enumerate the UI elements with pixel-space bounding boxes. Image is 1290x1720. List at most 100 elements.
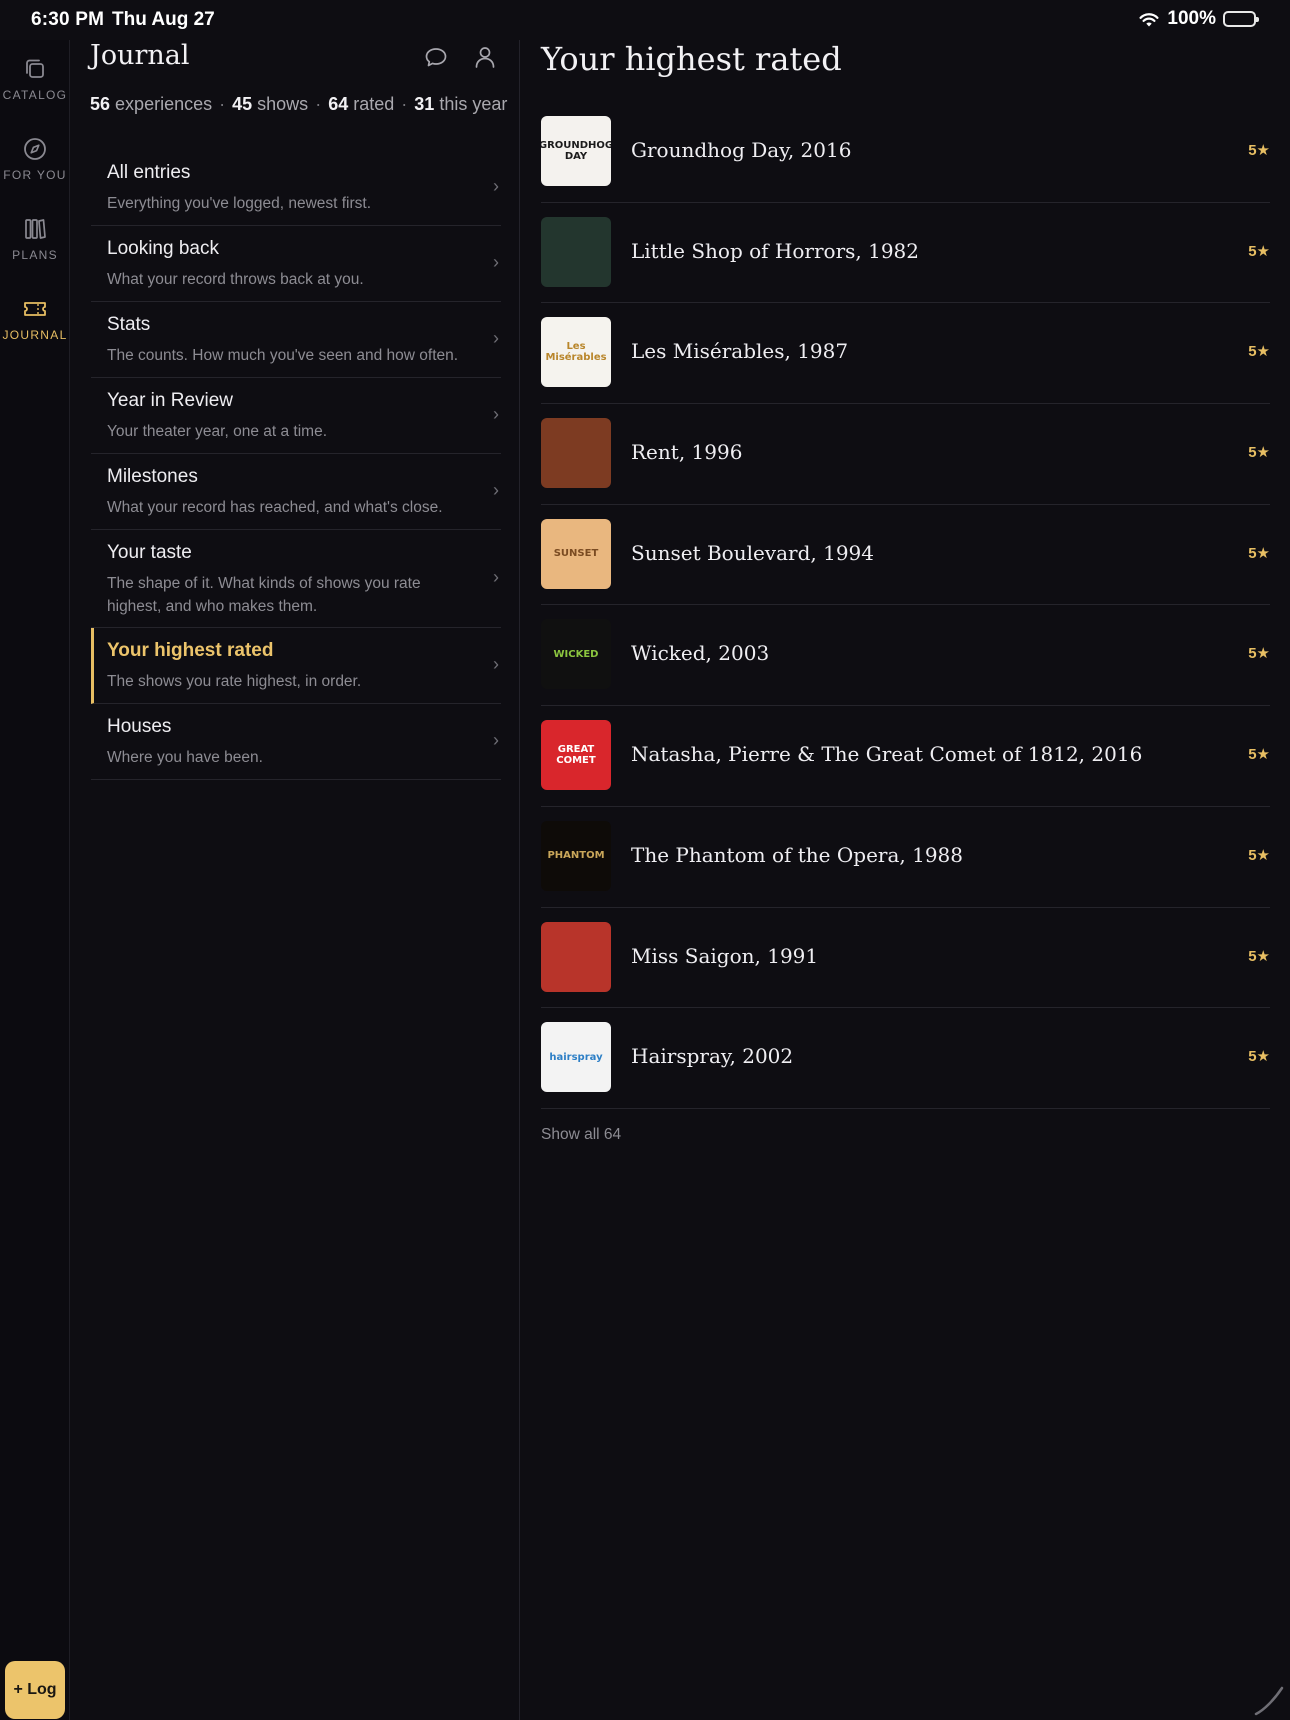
menu-item-subtitle: The shows you rate highest, in order.: [107, 673, 362, 690]
menu-item-subtitle: The counts. How much you've seen and how…: [107, 347, 459, 364]
journal-stats: 56 experiences · 45 shows · 64 rated · 31 this…: [90, 94, 508, 114]
menu-item-milestones[interactable]: Milestones What your record has reached,…: [91, 454, 501, 530]
stat-label: rated: [353, 94, 395, 114]
chat-bubble-icon[interactable]: [423, 44, 449, 70]
status-right: 100%: [1138, 8, 1259, 30]
show-poster: Les Misérables: [541, 317, 611, 388]
ticket-icon: [24, 302, 46, 316]
menu-item-houses[interactable]: Houses Where you have been. ›: [91, 704, 501, 780]
rail-item-for-you[interactable]: FOR YOU: [0, 136, 70, 182]
rated-show-row[interactable]: Miss Saigon, 1991 5★: [541, 908, 1270, 1009]
menu-item-title: Houses: [107, 716, 172, 737]
stat-value: 31: [414, 94, 435, 114]
poster-art: [541, 418, 611, 489]
menu-item-title: Your taste: [107, 542, 192, 563]
menu-item-subtitle: Everything you've logged, newest first.: [107, 195, 372, 212]
poster-art: GREAT COMET: [541, 720, 611, 791]
show-title: The Phantom of the Opera, 1988: [631, 842, 964, 867]
show-title: Sunset Boulevard, 1994: [631, 540, 875, 565]
star-rating: 5★: [1248, 242, 1270, 260]
highest-rated-panel: Your highest rated GROUNDHOG DAY Groundho…: [521, 40, 1290, 1720]
menu-item-title: Stats: [107, 314, 151, 335]
star-rating: 5★: [1248, 846, 1270, 864]
nav-rail: CATALOG FOR YOU PLANS JOURNAL + Log: [0, 40, 70, 1720]
battery-percent: 100%: [1167, 8, 1216, 29]
rated-show-row[interactable]: Les Misérables Les Misérables, 1987 5★: [541, 303, 1270, 405]
show-poster: WICKED: [541, 619, 611, 690]
rated-show-row[interactable]: GREAT COMET Natasha, Pierre & The Great C…: [541, 706, 1270, 807]
show-all-link[interactable]: Show all 64: [541, 1126, 621, 1144]
stat-value: 64: [328, 94, 349, 114]
show-poster: GREAT COMET: [541, 720, 611, 791]
menu-item-highest-rated[interactable]: Your highest rated The shows you rate hi…: [91, 628, 501, 704]
rail-label: PLANS: [12, 248, 58, 262]
rated-show-row[interactable]: SUNSET Sunset Boulevard, 1994 5★: [541, 505, 1270, 606]
rail-item-journal[interactable]: JOURNAL: [0, 296, 70, 342]
star-rating: 5★: [1248, 645, 1270, 663]
star-rating: 5★: [1248, 947, 1270, 965]
catalog-icon: [26, 59, 44, 78]
show-title: Rent, 1996: [631, 440, 743, 465]
profile-icon[interactable]: [472, 44, 498, 70]
show-title: Miss Saigon, 1991: [631, 943, 819, 968]
menu-item-title: Looking back: [107, 238, 219, 259]
rated-show-row[interactable]: hairspray Hairspray, 2002 5★: [541, 1008, 1270, 1109]
menu-item-year-in-review[interactable]: Year in Review Your theater year, one at…: [91, 378, 501, 454]
show-title: Hairspray, 2002: [631, 1044, 794, 1069]
rated-show-row[interactable]: GROUNDHOG DAY Groundhog Day, 2016 5★: [541, 102, 1270, 203]
chevron-right-icon: ›: [493, 566, 499, 587]
poster-art: GROUNDHOG DAY: [541, 116, 611, 186]
log-button[interactable]: + Log: [5, 1661, 65, 1719]
pencil-stroke-icon: [1254, 1686, 1284, 1716]
star-rating: 5★: [1248, 343, 1270, 361]
journal-menu: All entries Everything you've logged, ne…: [91, 150, 501, 780]
rail-item-catalog[interactable]: CATALOG: [0, 56, 70, 102]
rated-show-row[interactable]: Little Shop of Horrors, 1982 5★: [541, 203, 1270, 304]
poster-art: PHANTOM: [541, 820, 611, 891]
status-date: Thu Aug 27: [112, 9, 215, 30]
stat-label: experiences: [115, 94, 213, 114]
star-rating: 5★: [1248, 1048, 1270, 1066]
chevron-right-icon: ›: [493, 403, 499, 424]
page-title: Journal: [90, 40, 190, 71]
stat-value: 56: [90, 94, 111, 114]
star-rating: 5★: [1248, 444, 1270, 462]
rated-list: GROUNDHOG DAY Groundhog Day, 2016 5★ Little…: [541, 102, 1270, 1109]
chevron-right-icon: ›: [493, 175, 499, 196]
menu-item-subtitle: What your record throws back at you.: [107, 271, 364, 288]
poster-art: WICKED: [541, 619, 611, 690]
rail-label: FOR YOU: [3, 168, 67, 182]
menu-item-stats[interactable]: Stats The counts. How much you've seen a…: [91, 302, 501, 378]
chevron-right-icon: ›: [493, 653, 499, 674]
stat-label: shows: [257, 94, 309, 114]
rated-show-row[interactable]: Rent, 1996 5★: [541, 404, 1270, 505]
star-rating: 5★: [1248, 142, 1270, 159]
show-title: Wicked, 2003: [631, 641, 770, 666]
poster-art: [541, 216, 611, 287]
menu-item-subtitle: The shape of it. What kinds of shows you…: [107, 575, 421, 615]
rated-show-row[interactable]: WICKED Wicked, 2003 5★: [541, 605, 1270, 707]
rail-label: JOURNAL: [2, 328, 68, 342]
show-title: Little Shop of Horrors, 1982: [631, 238, 920, 263]
wifi-icon: [1139, 12, 1159, 26]
show-title: Les Misérables, 1987: [631, 339, 849, 364]
rail-item-plans[interactable]: PLANS: [0, 216, 70, 262]
stat-label: this year: [439, 94, 508, 114]
show-poster: [541, 921, 611, 992]
chevron-right-icon: ›: [493, 251, 499, 272]
chevron-right-icon: ›: [493, 479, 499, 500]
menu-item-all-entries[interactable]: All entries Everything you've logged, ne…: [91, 150, 501, 226]
compass-icon: [24, 138, 46, 160]
menu-item-subtitle: Your theater year, one at a time.: [107, 423, 328, 440]
journal-panel: Journal 56 experiences · 45 shows · 64 rated…: [70, 40, 520, 1720]
show-poster: SUNSET: [541, 518, 611, 589]
poster-art: [541, 921, 611, 992]
section-title: Your highest rated: [541, 40, 842, 78]
stat-value: 45: [232, 94, 253, 114]
battery-icon: [1223, 11, 1259, 27]
star-rating: 5★: [1248, 746, 1270, 764]
show-title: Natasha, Pierre & The Great Comet of 181…: [631, 742, 1143, 767]
rated-show-row[interactable]: PHANTOM The Phantom of the Opera, 1988 5★: [541, 807, 1270, 908]
menu-item-your-taste[interactable]: Your taste The shape of it. What kinds o…: [91, 530, 501, 628]
menu-item-looking-back[interactable]: Looking back What your record throws bac…: [91, 226, 501, 302]
